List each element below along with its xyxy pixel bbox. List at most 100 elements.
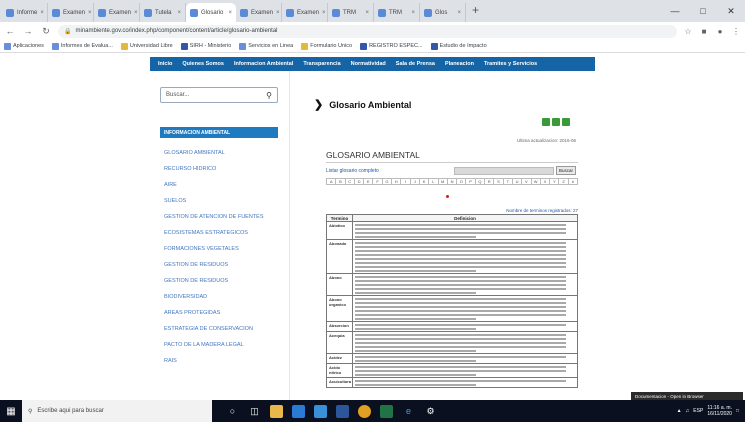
sidebar-item[interactable]: GESTION DE RESIDUOS bbox=[164, 261, 282, 277]
print-icon[interactable] bbox=[542, 118, 550, 126]
close-tab-icon[interactable]: × bbox=[88, 10, 92, 16]
letter-link[interactable]: Z bbox=[559, 179, 569, 184]
bookmark-item[interactable]: Formulario Unico bbox=[301, 42, 352, 50]
menu-icon[interactable]: ⋮ bbox=[731, 26, 741, 36]
letter-link[interactable]: N bbox=[448, 179, 458, 184]
letter-link[interactable]: B bbox=[336, 179, 346, 184]
letter-link[interactable]: H bbox=[392, 179, 402, 184]
letter-link[interactable]: W bbox=[532, 179, 541, 184]
share-icon[interactable] bbox=[562, 118, 570, 126]
site-nav-item[interactable]: Planeacion bbox=[445, 61, 474, 67]
close-tab-icon[interactable]: × bbox=[228, 10, 232, 16]
extension-icon[interactable]: ■ bbox=[699, 26, 709, 36]
windows-start-icon[interactable]: ▦ bbox=[0, 400, 22, 422]
letter-link[interactable]: F bbox=[373, 179, 383, 184]
close-tab-icon[interactable]: × bbox=[411, 10, 415, 16]
letter-link[interactable]: V bbox=[522, 179, 532, 184]
settings-icon[interactable]: ⚙ bbox=[424, 405, 437, 418]
close-tab-icon[interactable]: × bbox=[276, 10, 280, 16]
site-nav-item[interactable]: Normatividad bbox=[351, 61, 386, 67]
cortana-icon[interactable]: ○ bbox=[226, 405, 239, 418]
letter-link[interactable]: L bbox=[429, 179, 439, 184]
mail-icon[interactable] bbox=[314, 404, 327, 418]
letter-link[interactable]: S bbox=[494, 179, 504, 184]
close-tab-icon[interactable]: × bbox=[134, 10, 138, 16]
site-nav-item[interactable]: Inicio bbox=[158, 61, 172, 67]
letter-link[interactable]: U bbox=[513, 179, 523, 184]
site-nav-item[interactable]: Sala de Prensa bbox=[396, 61, 435, 67]
excel-icon[interactable] bbox=[380, 404, 393, 418]
profile-icon[interactable]: ● bbox=[715, 26, 725, 36]
close-tab-icon[interactable]: × bbox=[177, 10, 181, 16]
close-icon[interactable]: ✕ bbox=[717, 0, 745, 22]
browser-tab[interactable]: Glosario × bbox=[186, 3, 236, 22]
browser-tab[interactable]: TRM × bbox=[374, 3, 420, 22]
letter-link[interactable]: G bbox=[383, 179, 393, 184]
reload-icon[interactable]: ↻ bbox=[40, 25, 52, 37]
glossary-search-button[interactable]: Buscar bbox=[556, 166, 576, 175]
download-notification[interactable]: Documentacion - Open in Browser bbox=[631, 392, 743, 400]
sidebar-item[interactable]: FORMACIONES VEGETALES bbox=[164, 245, 282, 261]
minimize-icon[interactable]: — bbox=[661, 0, 689, 22]
close-tab-icon[interactable]: × bbox=[40, 10, 44, 16]
letter-link[interactable]: D bbox=[355, 179, 365, 184]
bookmark-item[interactable]: REGISTRO ESPEC... bbox=[360, 42, 423, 50]
bookmark-item[interactable]: Informes de Evalua... bbox=[51, 42, 113, 50]
letter-link[interactable]: # bbox=[569, 179, 577, 184]
search-icon[interactable]: ⚲ bbox=[266, 91, 272, 100]
sidebar-search-input[interactable]: Buscar... ⚲ bbox=[160, 87, 278, 103]
bookmark-item[interactable]: Estudio de Impacto bbox=[430, 42, 487, 50]
edge-icon[interactable]: e bbox=[402, 405, 415, 418]
notifications-icon[interactable]: □ bbox=[736, 408, 739, 414]
chrome-icon[interactable] bbox=[358, 404, 371, 418]
sidebar-item[interactable]: ECOSISTEMAS ESTRATEGICOS bbox=[164, 229, 282, 245]
letter-link[interactable]: M bbox=[439, 179, 448, 184]
network-icon[interactable]: ▲ bbox=[677, 408, 682, 414]
letter-link[interactable]: Q bbox=[476, 179, 486, 184]
letter-link[interactable]: C bbox=[346, 179, 355, 184]
letter-link[interactable]: Y bbox=[550, 179, 560, 184]
maximize-icon[interactable]: □ bbox=[689, 0, 717, 22]
letter-link[interactable]: P bbox=[466, 179, 476, 184]
browser-tab[interactable]: Informe × bbox=[2, 3, 48, 22]
sidebar-item[interactable]: RAIS bbox=[164, 357, 282, 373]
address-bar[interactable]: 🔒 minambiente.gov.co/index.php/component… bbox=[58, 24, 677, 38]
close-tab-icon[interactable]: × bbox=[365, 10, 369, 16]
word-icon[interactable] bbox=[336, 404, 349, 418]
file-explorer-icon[interactable] bbox=[270, 404, 283, 418]
bookmark-item[interactable]: Universidad Libre bbox=[120, 42, 173, 50]
site-nav-item[interactable]: Tramites y Servicios bbox=[484, 61, 537, 67]
letter-link[interactable]: R bbox=[485, 179, 495, 184]
bookmark-item[interactable]: Servicios en Linea bbox=[239, 42, 293, 50]
back-icon[interactable]: ← bbox=[4, 25, 16, 37]
sidebar-item[interactable]: SUELOS bbox=[164, 197, 282, 213]
full-list-link[interactable]: Listar glosario completo bbox=[326, 168, 379, 174]
clock[interactable]: 11:16 a. m. 16/11/2020 bbox=[707, 405, 732, 417]
browser-tab[interactable]: TRM × bbox=[328, 3, 374, 22]
letter-link[interactable]: K bbox=[420, 179, 430, 184]
sidebar-item[interactable]: ESTRATEGIA DE CONSERVACION bbox=[164, 325, 282, 341]
letter-link[interactable]: E bbox=[364, 179, 374, 184]
store-icon[interactable] bbox=[292, 404, 305, 418]
language-indicator[interactable]: ESP bbox=[693, 408, 703, 414]
glossary-search-input[interactable] bbox=[454, 167, 554, 175]
letter-link[interactable]: I bbox=[401, 179, 411, 184]
letter-link[interactable]: A bbox=[327, 179, 337, 184]
task-view-icon[interactable]: ◫ bbox=[248, 405, 261, 418]
sidebar-item[interactable]: PACTO DE LA MADERA LEGAL bbox=[164, 341, 282, 357]
close-tab-icon[interactable]: × bbox=[457, 10, 461, 16]
letter-link[interactable]: X bbox=[541, 179, 551, 184]
sidebar-item[interactable]: AREAS PROTEGIDAS bbox=[164, 309, 282, 325]
browser-tab[interactable]: Examen × bbox=[236, 3, 282, 22]
volume-icon[interactable]: ♫ bbox=[686, 408, 690, 414]
browser-tab[interactable]: Examen × bbox=[94, 3, 140, 22]
sidebar-item[interactable]: GESTION DE ATENCION DE FUENTES bbox=[164, 213, 282, 229]
forward-icon[interactable]: → bbox=[22, 25, 34, 37]
site-nav-item[interactable]: Informacion Ambiental bbox=[234, 61, 293, 67]
sidebar-item[interactable]: AIRE bbox=[164, 181, 282, 197]
letter-link[interactable]: T bbox=[504, 179, 513, 184]
browser-tab[interactable]: Examen × bbox=[48, 3, 94, 22]
site-nav-item[interactable]: Transparencia bbox=[303, 61, 340, 67]
browser-tab[interactable]: Tutela × bbox=[140, 3, 186, 22]
close-tab-icon[interactable]: × bbox=[322, 10, 326, 16]
